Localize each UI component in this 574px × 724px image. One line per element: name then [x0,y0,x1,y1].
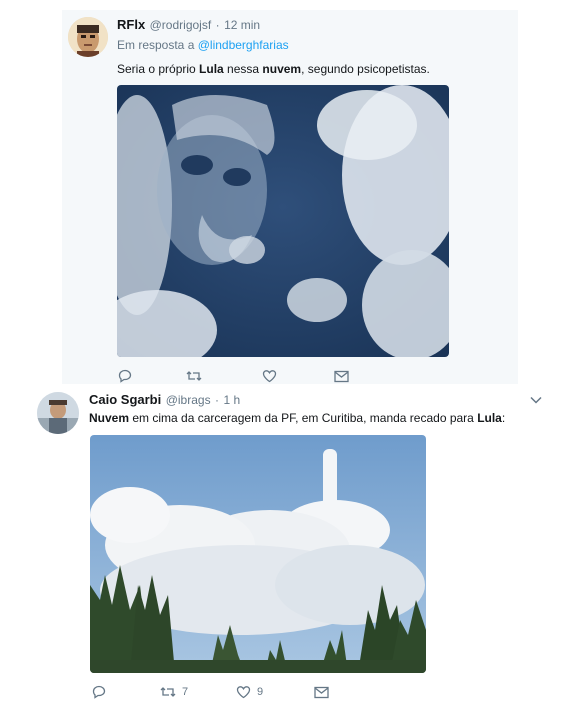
like-count: 9 [257,686,264,698]
tweet-1-text-part: , segundo psicopetistas. [301,62,430,76]
tweet-2-text-part: : [501,411,506,425]
retweet-count: 7 [182,686,189,698]
tweet-1-time[interactable]: 12 min [224,18,260,32]
retweet-button[interactable]: 7 [160,685,236,699]
direct-message-icon [334,370,349,382]
like-icon [236,686,251,699]
tweet-1-reply-context: Em resposta a @lindberghfarias [117,38,289,52]
direct-message-button[interactable] [334,370,349,383]
retweet-button[interactable] [186,369,262,383]
tweet-1-meta: RFlx @rodrigojsf · 12 min [117,16,260,34]
direct-message-button[interactable] [314,686,329,699]
tweet-1-text: Seria o próprio Lula nessa nuvem, segund… [117,62,430,76]
chevron-down-icon[interactable] [530,396,542,404]
like-button[interactable] [262,369,334,383]
tweet-2-text-part: em cima da carceragem da PF, em Curitiba… [129,411,478,425]
tweet-1-text-bold: Lula [199,62,224,76]
tweet-1-handle[interactable]: @rodrigojsf [150,18,212,32]
tweet-2-separator: · [215,393,220,407]
reply-prefix: Em resposta a [117,38,195,52]
tweet-2-author-name[interactable]: Caio Sgarbi [89,392,161,407]
direct-message-icon [314,686,329,698]
like-icon [262,370,277,383]
avatar-caio-sgarbi[interactable] [37,392,79,434]
tweet-2-text: Nuvem em cima da carceragem da PF, em Cu… [89,411,505,425]
avatar-rflx[interactable] [68,17,108,57]
reply-button[interactable] [92,685,160,699]
reply-to-link[interactable]: @lindberghfarias [198,38,289,52]
tweet-1-text-part: nessa [223,62,263,76]
tweet-2-actions: 7 9 [92,685,329,699]
like-button[interactable]: 9 [236,685,314,699]
tweet-2-meta: Caio Sgarbi @ibrags · 1 h [89,391,240,409]
reply-button[interactable] [118,369,186,383]
tweet-1-text-bold: nuvem [262,62,302,76]
retweet-icon [160,687,176,697]
tweet-2-text-bold: Nuvem [89,411,130,425]
tweet-2-time[interactable]: 1 h [223,393,240,407]
tweet-1-author-name[interactable]: RFlx [117,17,145,32]
tweet-2-text-bold: Lula [477,411,502,425]
tweet-1-image[interactable] [117,85,449,357]
reply-icon [92,685,106,699]
tweet-1-text-part: Seria o próprio [117,62,200,76]
tweet-2-image[interactable] [90,435,426,673]
reply-icon [118,369,132,383]
tweet-1-actions [118,369,349,383]
tweet-1-separator: · [215,18,220,32]
tweet-2-handle[interactable]: @ibrags [166,393,211,407]
retweet-icon [186,371,202,381]
